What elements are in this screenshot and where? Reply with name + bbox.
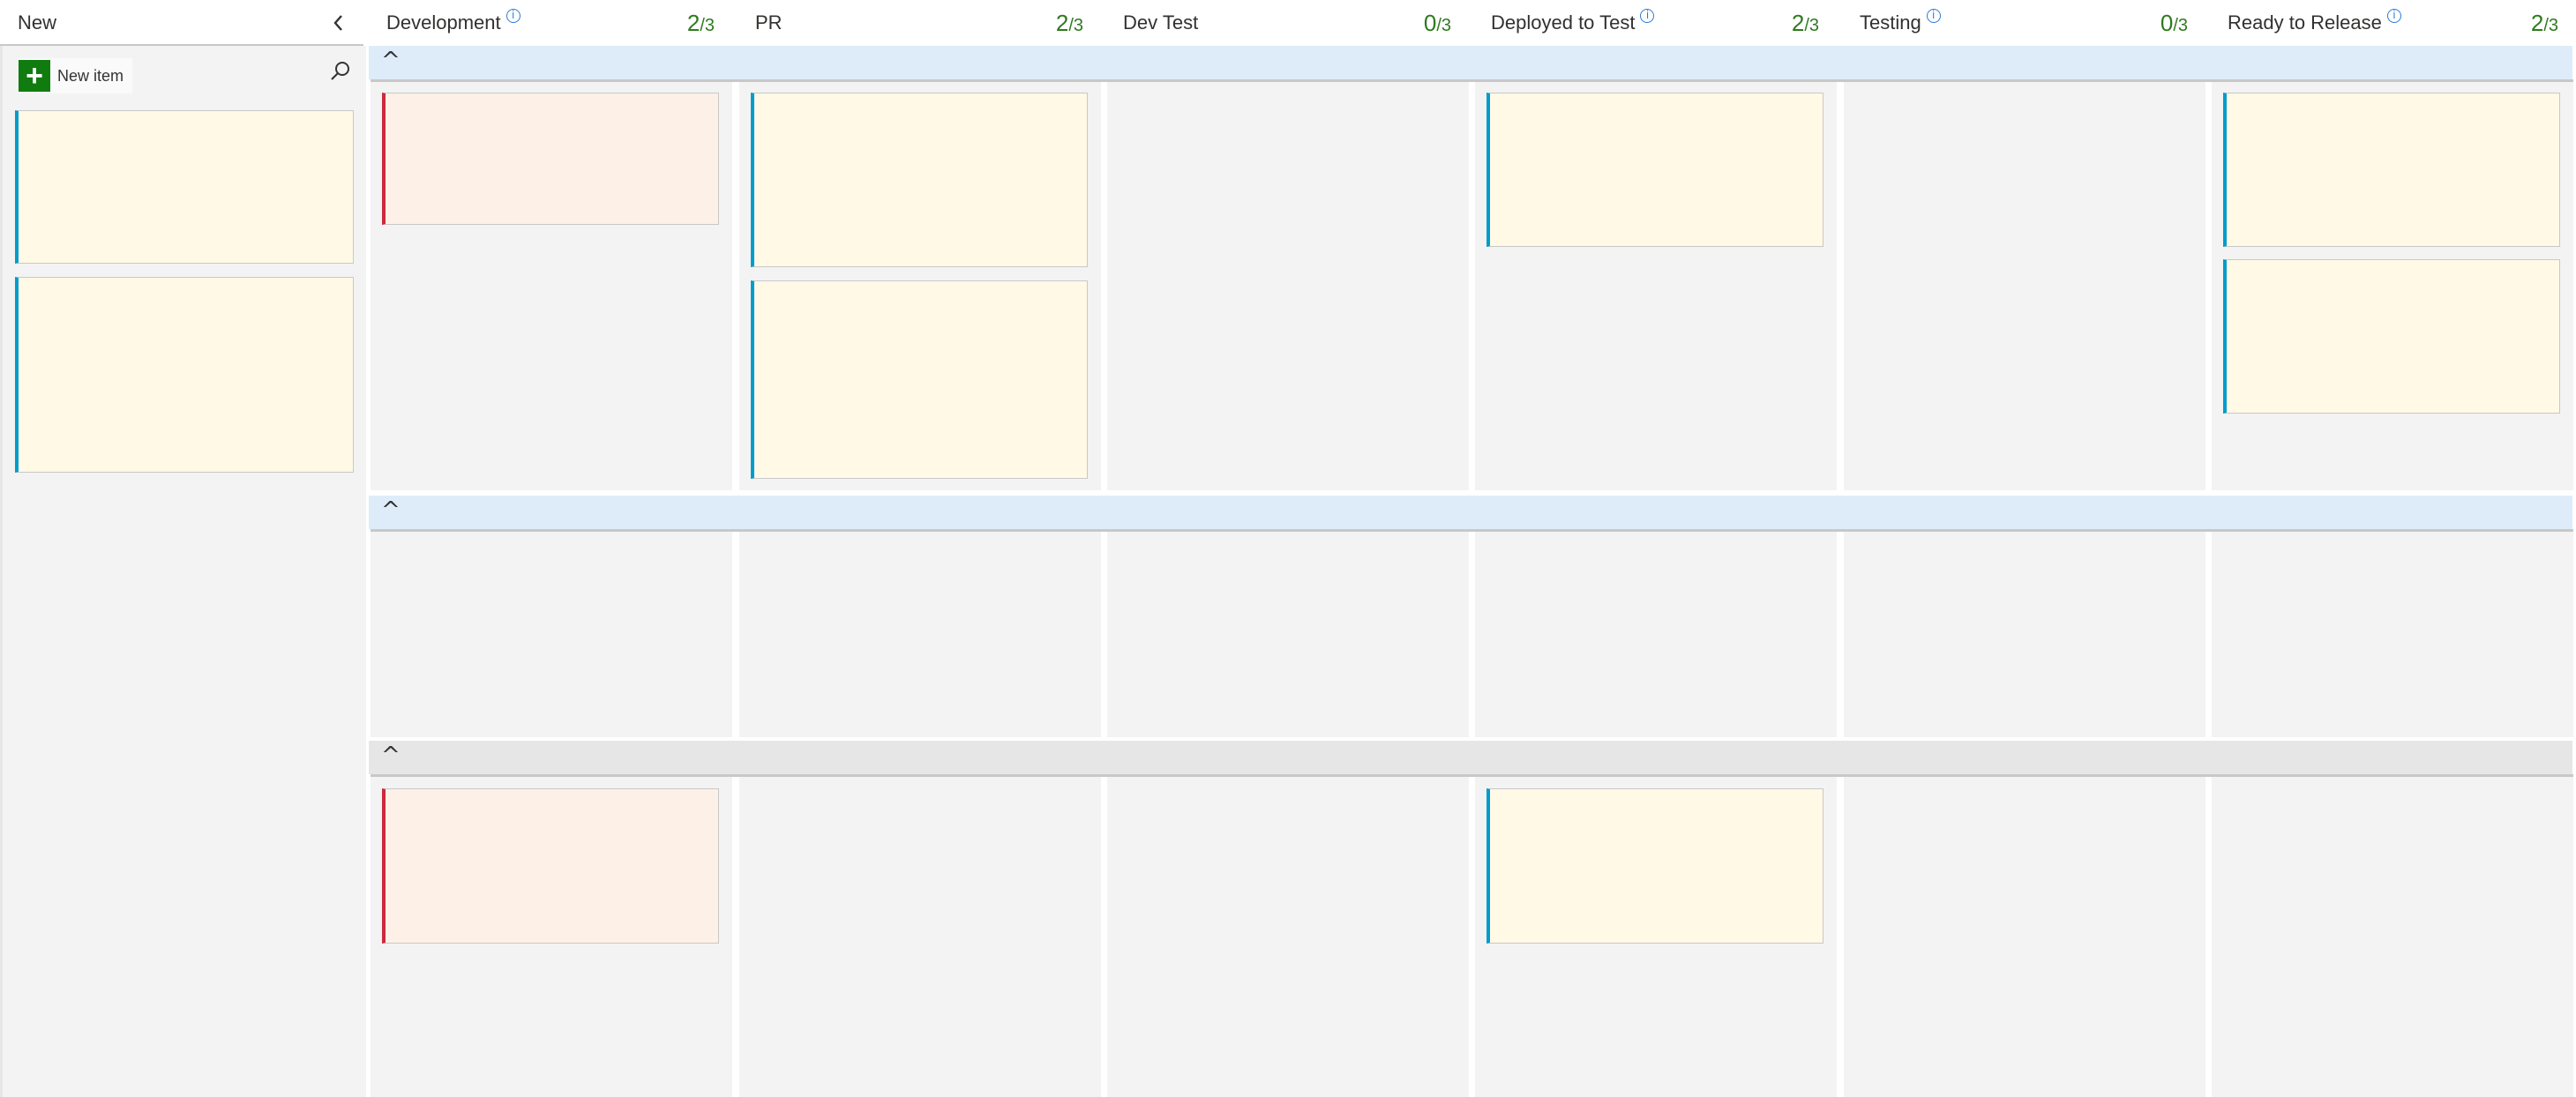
- column-title: Dev Test: [1123, 11, 1199, 34]
- wip-count: 2/3: [686, 9, 715, 36]
- column-header-pr[interactable]: PR 2/3: [755, 0, 1097, 46]
- wip-count: 2/3: [1055, 9, 1083, 36]
- new-column: + New item: [0, 46, 366, 1097]
- lane-cell-testing: [1844, 529, 2205, 737]
- lane-cell-dev-test: [1107, 79, 1469, 490]
- add-icon: +: [19, 60, 50, 92]
- wip-count: 2/3: [2530, 9, 2558, 36]
- column-header-deployed-to-test[interactable]: Deployed to Test i 2/3: [1491, 0, 1833, 46]
- bug-card[interactable]: [382, 93, 719, 225]
- lane-cell-dev-test: [1107, 774, 1469, 1097]
- bug-card[interactable]: [382, 788, 719, 944]
- swimlane-header[interactable]: ^: [369, 46, 2572, 79]
- swimlane-header[interactable]: ^: [369, 741, 2572, 774]
- lane-divider: [371, 529, 2573, 532]
- lane-divider: [371, 79, 2573, 82]
- column-title: PR: [755, 11, 783, 34]
- work-item-card[interactable]: [15, 277, 354, 473]
- new-item-button[interactable]: + New item: [19, 58, 133, 93]
- wip-count: 0/3: [2160, 9, 2188, 36]
- column-header-ready-to-release[interactable]: Ready to Release i 2/3: [2228, 0, 2572, 46]
- work-item-card[interactable]: [751, 280, 1088, 479]
- swimlane-header[interactable]: ^: [369, 496, 2572, 529]
- chevron-left-icon: [333, 15, 342, 31]
- lane-cell-testing: [1844, 774, 2205, 1097]
- lane-divider: [371, 774, 2573, 777]
- info-icon[interactable]: i: [505, 9, 520, 23]
- info-icon[interactable]: i: [1926, 9, 1941, 23]
- column-header-testing[interactable]: Testing i 0/3: [1860, 0, 2202, 46]
- column-title: Development: [386, 11, 501, 34]
- column-header-development[interactable]: Development i 2/3: [386, 0, 729, 46]
- column-title: Testing: [1860, 11, 1921, 34]
- work-item-card[interactable]: [1486, 93, 1823, 247]
- work-item-card[interactable]: [15, 110, 354, 264]
- new-item-label: New item: [57, 66, 124, 85]
- wip-count: 0/3: [1423, 9, 1451, 36]
- lane-cell-pr: [739, 529, 1101, 737]
- lane-cell-ready-to-release: [2212, 774, 2573, 1097]
- column-header-new[interactable]: New: [18, 0, 363, 46]
- lane-cell-ready-to-release: [2212, 529, 2573, 737]
- lane-cell-development: [371, 529, 732, 737]
- lane-cell-dev-test: [1107, 529, 1469, 737]
- info-icon[interactable]: i: [2386, 9, 2401, 23]
- chevron-up-icon[interactable]: ^: [381, 743, 401, 769]
- work-item-card[interactable]: [751, 93, 1088, 267]
- search-icon[interactable]: [329, 60, 352, 83]
- column-title: New: [18, 11, 57, 34]
- lane-cell-testing: [1844, 79, 2205, 490]
- work-item-card[interactable]: [2223, 93, 2560, 247]
- wip-count: 2/3: [1791, 9, 1819, 36]
- lane-cell-deployed-to-test: [1475, 529, 1837, 737]
- chevron-up-icon[interactable]: ^: [381, 497, 401, 524]
- chevron-up-icon[interactable]: ^: [381, 48, 401, 74]
- work-item-card[interactable]: [2223, 259, 2560, 414]
- lane-cell-pr: [739, 774, 1101, 1097]
- collapse-new-column-button[interactable]: [330, 0, 356, 46]
- column-title: Deployed to Test: [1491, 11, 1636, 34]
- info-icon[interactable]: i: [1640, 9, 1655, 23]
- kanban-board: New Development i 2/3 PR 2/3 Dev Test 0/…: [0, 0, 2576, 1097]
- work-item-card[interactable]: [1486, 788, 1823, 944]
- column-title: Ready to Release: [2228, 11, 2382, 34]
- column-header-dev-test[interactable]: Dev Test 0/3: [1123, 0, 1465, 46]
